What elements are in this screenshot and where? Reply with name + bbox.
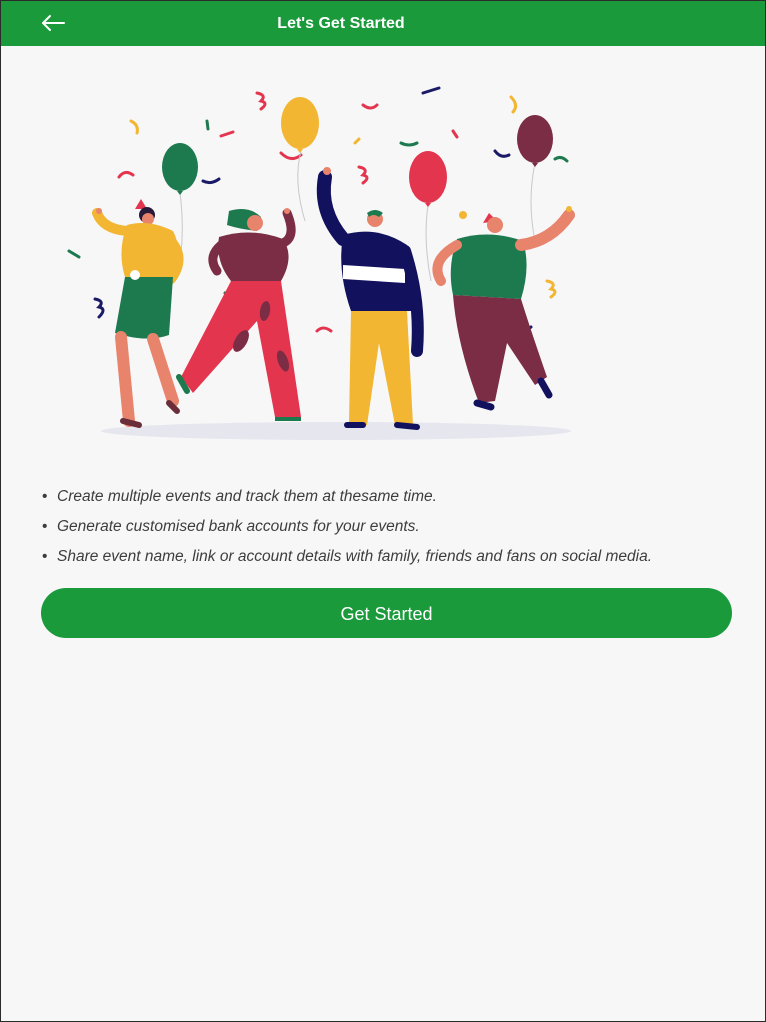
feature-list: • Create multiple events and track them … <box>41 485 652 575</box>
bullet-icon: • <box>42 548 48 565</box>
app-frame: Let's Get Started • Create multiple even… <box>0 0 766 1022</box>
list-item: • Share event name, link or account deta… <box>41 545 652 575</box>
list-item: • Create multiple events and track them … <box>41 485 652 515</box>
feature-text: Share event name, link or account detail… <box>57 548 653 565</box>
bullet-icon: • <box>42 518 48 535</box>
top-app-bar: Let's Get Started <box>1 1 765 46</box>
feature-text: Create multiple events and track them at… <box>57 488 437 505</box>
page-title: Let's Get Started <box>277 15 405 32</box>
list-item: • Generate customised bank accounts for … <box>41 515 652 545</box>
party-celebration-illustration <box>67 86 575 440</box>
get-started-button[interactable]: Get Started <box>41 588 732 638</box>
feature-text: Generate customised bank accounts for yo… <box>57 518 420 535</box>
bullet-icon: • <box>42 488 48 505</box>
